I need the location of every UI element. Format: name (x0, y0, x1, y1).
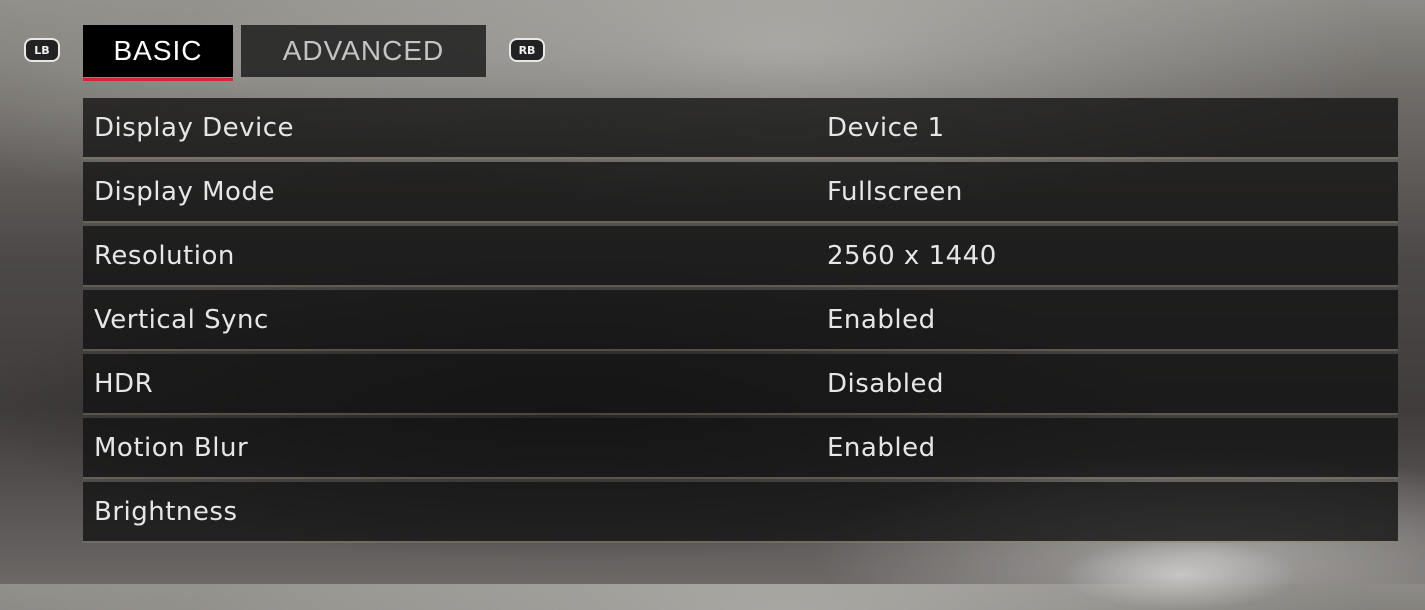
setting-value: Enabled (827, 304, 936, 335)
rb-button-icon[interactable]: RB (509, 38, 545, 62)
setting-motion-blur[interactable]: Motion Blur Enabled (83, 418, 1398, 479)
setting-display-mode[interactable]: Display Mode Fullscreen (83, 162, 1398, 223)
setting-hdr[interactable]: HDR Disabled (83, 354, 1398, 415)
setting-display-device[interactable]: Display Device Device 1 (83, 98, 1398, 159)
setting-value: Enabled (827, 432, 936, 463)
setting-resolution[interactable]: Resolution 2560 x 1440 (83, 226, 1398, 287)
setting-label: Resolution (94, 240, 235, 271)
background-blur (1060, 540, 1300, 610)
setting-label: Brightness (94, 496, 238, 527)
setting-label: Motion Blur (94, 432, 249, 463)
tab-advanced[interactable]: ADVANCED (241, 25, 486, 77)
setting-label: HDR (94, 368, 154, 399)
setting-value: Device 1 (827, 112, 945, 143)
setting-brightness[interactable]: Brightness (83, 482, 1398, 543)
setting-label: Vertical Sync (94, 304, 269, 335)
setting-value: Disabled (827, 368, 944, 399)
tab-basic[interactable]: BASIC (83, 25, 233, 81)
setting-label: Display Mode (94, 176, 275, 207)
lb-button-icon[interactable]: LB (24, 38, 60, 62)
setting-value: Fullscreen (827, 176, 963, 207)
setting-label: Display Device (94, 112, 295, 143)
settings-list: Display Device Device 1 Display Mode Ful… (83, 98, 1398, 546)
setting-vertical-sync[interactable]: Vertical Sync Enabled (83, 290, 1398, 351)
setting-value: 2560 x 1440 (827, 240, 997, 271)
